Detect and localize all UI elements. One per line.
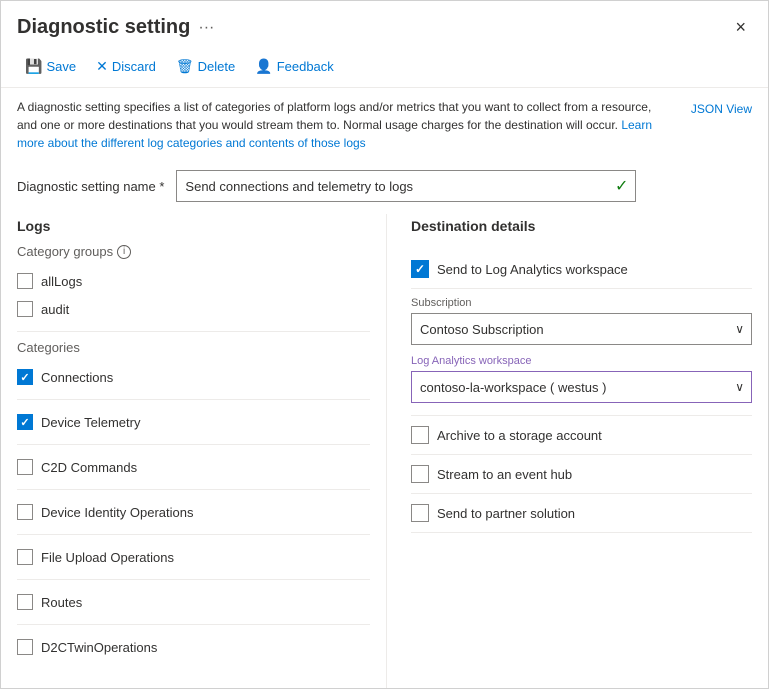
delete-label: Delete — [198, 59, 236, 74]
divider-conn — [17, 399, 370, 400]
feedback-icon: 👤 — [255, 58, 272, 75]
delete-button[interactable]: 🗑 Delete — [168, 54, 243, 79]
dialog-container: Diagnostic setting ··· × 💾 Save ✕ Discar… — [0, 0, 769, 689]
discard-icon: ✕ — [96, 58, 108, 75]
divider-di — [17, 534, 370, 535]
checkbox-device-identity: Device Identity Operations — [17, 498, 370, 526]
json-view-link[interactable]: JSON View — [691, 98, 752, 118]
destination-log-analytics: Send to Log Analytics workspace — [411, 250, 752, 289]
routes-checkbox[interactable] — [17, 594, 33, 610]
checkbox-device-telemetry: Device Telemetry — [17, 408, 370, 436]
divider-1 — [17, 331, 370, 332]
ellipsis-menu[interactable]: ··· — [198, 19, 214, 37]
delete-icon: 🗑 — [176, 58, 194, 75]
info-description: A diagnostic setting specifies a list of… — [17, 100, 651, 132]
category-groups-info-icon[interactable]: i — [117, 245, 131, 259]
log-analytics-checkbox[interactable] — [411, 260, 429, 278]
save-label: Save — [46, 59, 76, 74]
right-panel: Destination details Send to Log Analytic… — [387, 214, 752, 688]
close-button[interactable]: × — [729, 13, 752, 42]
event-hub-label: Stream to an event hub — [437, 467, 572, 482]
workspace-label: Log Analytics workspace — [411, 355, 752, 367]
subscription-dropdown-wrapper: Contoso Subscription ∨ — [411, 313, 752, 345]
info-bar: A diagnostic setting specifies a list of… — [1, 88, 768, 162]
checkbox-file-upload: File Upload Operations — [17, 543, 370, 571]
c2d-checkbox[interactable] — [17, 459, 33, 475]
toolbar: 💾 Save ✕ Discard 🗑 Delete 👤 Feedback — [1, 50, 768, 88]
connections-checkbox[interactable] — [17, 369, 33, 385]
save-icon: 💾 — [25, 58, 42, 75]
storage-checkbox[interactable] — [411, 426, 429, 444]
divider-fu — [17, 579, 370, 580]
routes-label: Routes — [41, 595, 82, 610]
destination-title: Destination details — [411, 218, 752, 234]
subscription-dropdown[interactable]: Contoso Subscription — [411, 313, 752, 345]
allLogs-label: allLogs — [41, 274, 82, 289]
device-telemetry-label: Device Telemetry — [41, 415, 140, 430]
checkbox-routes: Routes — [17, 588, 370, 616]
file-upload-label: File Upload Operations — [41, 550, 174, 565]
workspace-dropdown[interactable]: contoso-la-workspace ( westus ) — [411, 371, 752, 403]
save-button[interactable]: 💾 Save — [17, 54, 84, 79]
checkbox-c2d: C2D Commands — [17, 453, 370, 481]
input-check-icon: ✓ — [615, 176, 628, 196]
destination-event-hub: Stream to an event hub — [411, 455, 752, 494]
logs-title: Logs — [17, 218, 370, 234]
partner-checkbox[interactable] — [411, 504, 429, 522]
allLogs-checkbox[interactable] — [17, 273, 33, 289]
divider-routes — [17, 624, 370, 625]
setting-name-wrapper: ✓ — [176, 170, 636, 202]
c2d-label: C2D Commands — [41, 460, 137, 475]
checkbox-allLogs: allLogs — [17, 267, 370, 295]
feedback-button[interactable]: 👤 Feedback — [247, 54, 342, 79]
setting-name-row: Diagnostic setting name * ✓ — [1, 162, 768, 214]
workspace-dropdown-wrapper: contoso-la-workspace ( westus ) ∨ — [411, 371, 752, 403]
divider-c2d — [17, 489, 370, 490]
setting-name-label: Diagnostic setting name * — [17, 179, 164, 194]
destination-storage: Archive to a storage account — [411, 416, 752, 455]
device-telemetry-checkbox[interactable] — [17, 414, 33, 430]
title-left: Diagnostic setting ··· — [17, 16, 214, 39]
connections-label: Connections — [41, 370, 113, 385]
d2ctwin-label: D2CTwinOperations — [41, 640, 157, 655]
destination-partner: Send to partner solution — [411, 494, 752, 533]
discard-button[interactable]: ✕ Discard — [88, 54, 164, 79]
checkbox-audit: audit — [17, 295, 370, 323]
audit-label: audit — [41, 302, 69, 317]
discard-label: Discard — [112, 59, 156, 74]
device-identity-checkbox[interactable] — [17, 504, 33, 520]
log-analytics-label: Send to Log Analytics workspace — [437, 262, 628, 277]
left-panel: Logs Category groups i allLogs audit Cat… — [17, 214, 387, 688]
setting-name-input[interactable] — [176, 170, 636, 202]
partner-label: Send to partner solution — [437, 506, 575, 521]
event-hub-checkbox[interactable] — [411, 465, 429, 483]
dialog-title: Diagnostic setting — [17, 16, 190, 39]
feedback-label: Feedback — [277, 59, 334, 74]
device-identity-label: Device Identity Operations — [41, 505, 193, 520]
subscription-section: Subscription Contoso Subscription ∨ Log … — [411, 289, 752, 416]
file-upload-checkbox[interactable] — [17, 549, 33, 565]
content-area: Logs Category groups i allLogs audit Cat… — [1, 214, 768, 688]
divider-dt — [17, 444, 370, 445]
workspace-section: Log Analytics workspace contoso-la-works… — [411, 355, 752, 403]
subscription-label: Subscription — [411, 297, 752, 309]
d2ctwin-checkbox[interactable] — [17, 639, 33, 655]
title-bar: Diagnostic setting ··· × — [1, 1, 768, 50]
categories-label: Categories — [17, 340, 370, 355]
storage-label: Archive to a storage account — [437, 428, 602, 443]
info-text: A diagnostic setting specifies a list of… — [17, 98, 691, 152]
audit-checkbox[interactable] — [17, 301, 33, 317]
checkbox-d2ctwin: D2CTwinOperations — [17, 633, 370, 661]
checkbox-connections: Connections — [17, 363, 370, 391]
categories-section: Categories Connections Device Telemetry … — [17, 340, 370, 661]
category-groups-label: Category groups i — [17, 244, 370, 259]
